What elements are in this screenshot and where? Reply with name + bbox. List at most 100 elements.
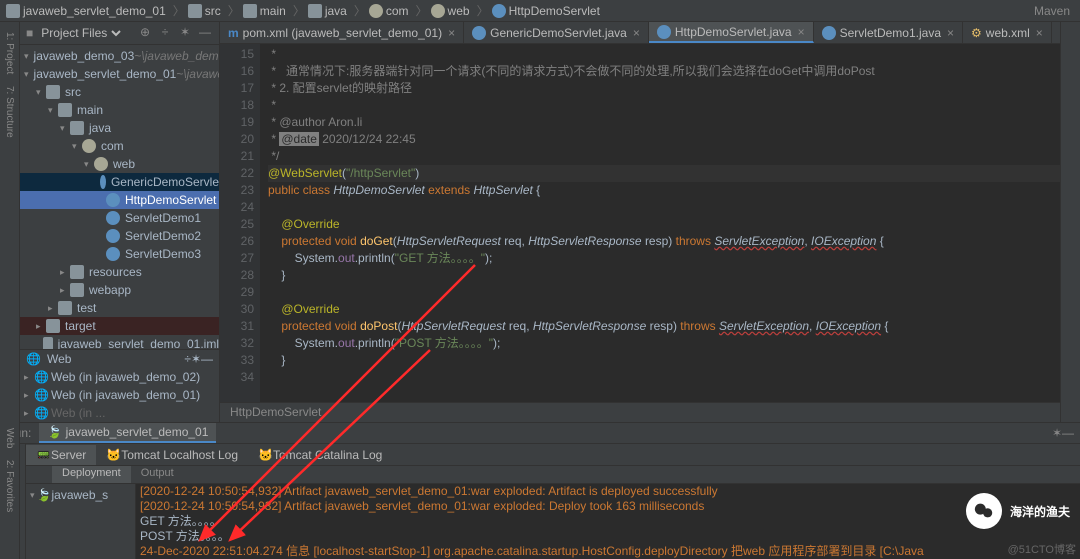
- tree-row[interactable]: ▾javaweb_demo_03 ~\javaweb_demo_03: [20, 47, 219, 65]
- code-lines[interactable]: * * 通常情况下:服务器端针对同一个请求(不同的请求方式)不会做不同的处理,所…: [260, 44, 1060, 402]
- catalina-log-tab[interactable]: 🐱 Tomcat Catalina Log: [248, 445, 392, 465]
- breadcrumb-item[interactable]: HttpDemoServlet: [492, 4, 600, 18]
- folder-icon: [70, 283, 84, 297]
- tree-row[interactable]: ▾java: [20, 119, 219, 137]
- package-icon: [94, 157, 108, 171]
- package-icon: [369, 4, 383, 18]
- code-editor[interactable]: 1516171819202122232425262728293031323334…: [220, 44, 1060, 402]
- editor-tab[interactable]: ⚙web.xml×: [963, 22, 1052, 43]
- tree-row[interactable]: ▾web: [20, 155, 219, 173]
- line-gutter[interactable]: 1516171819202122232425262728293031323334: [220, 44, 260, 402]
- close-icon[interactable]: ×: [633, 26, 640, 40]
- tree-row[interactable]: ▾javaweb_servlet_demo_01 ~\javaweb_se: [20, 65, 219, 83]
- breadcrumb-item[interactable]: web: [431, 4, 470, 18]
- class-icon: [106, 247, 120, 261]
- tree-row[interactable]: ServletDemo1: [20, 209, 219, 227]
- folder-icon: [308, 4, 322, 18]
- tree-row[interactable]: javaweb_servlet_demo_01.iml: [20, 335, 219, 349]
- console-output[interactable]: [2020-12-24 10:50:54,932] Artifact javaw…: [136, 484, 1080, 559]
- hide-icon[interactable]: —: [197, 25, 213, 41]
- folder-icon: [70, 121, 84, 135]
- tree-row[interactable]: ServletDemo3: [20, 245, 219, 263]
- folder-icon: [188, 4, 202, 18]
- class-icon: [492, 4, 506, 18]
- navigation-bar: javaweb_servlet_demo_01〉 src〉 main〉 java…: [0, 0, 1080, 22]
- tree-row[interactable]: ▾src: [20, 83, 219, 101]
- run-subtabs: 📟 Server 🐱 Tomcat Localhost Log 🐱 Tomcat…: [26, 444, 1080, 466]
- folder-icon: [46, 319, 60, 333]
- close-icon[interactable]: ×: [448, 26, 455, 40]
- editor-tab[interactable]: GenericDemoServlet.java×: [464, 22, 649, 43]
- breadcrumb-item[interactable]: com: [369, 4, 409, 18]
- editor-tab[interactable]: ServletDemo2.java×: [1052, 22, 1060, 43]
- breadcrumb-item[interactable]: javaweb_servlet_demo_01: [6, 4, 166, 18]
- deployment-tab[interactable]: Deployment: [52, 466, 131, 483]
- web-facet-item[interactable]: ▸🌐Web (in javaweb_demo_01): [20, 386, 219, 404]
- package-icon: [431, 4, 445, 18]
- editor-tabs: mpom.xml (javaweb_servlet_demo_01)×Gener…: [220, 22, 1060, 44]
- class-icon: [657, 25, 671, 39]
- folder-icon: [243, 4, 257, 18]
- web-facet-item[interactable]: ▸🌐Web (in ...: [20, 404, 219, 422]
- collapse-icon[interactable]: ÷: [157, 25, 173, 41]
- tree-row[interactable]: ▸target: [20, 317, 219, 335]
- editor-tab[interactable]: mpom.xml (javaweb_servlet_demo_01)×: [220, 22, 464, 43]
- favorites-tool-button[interactable]: 2: Favorites: [4, 460, 15, 512]
- project-tree[interactable]: ▾javaweb_demo_03 ~\javaweb_demo_03▾javaw…: [20, 45, 219, 349]
- class-icon: [472, 26, 486, 40]
- editor-tab[interactable]: HttpDemoServlet.java×: [649, 22, 814, 43]
- breadcrumb-item[interactable]: src: [188, 4, 221, 18]
- class-icon: [100, 175, 106, 189]
- server-tab[interactable]: 📟 Server: [26, 445, 96, 465]
- output-tab[interactable]: Output: [131, 466, 184, 483]
- structure-tool-button[interactable]: 7: Structure: [4, 86, 15, 138]
- settings-icon[interactable]: ✶: [191, 352, 201, 366]
- close-icon[interactable]: ×: [1036, 26, 1043, 40]
- class-icon: [106, 229, 120, 243]
- web-tool-window: 🌐 Web ÷ ✶ — ▸🌐Web (in javaweb_demo_02) ▸…: [20, 349, 219, 422]
- class-icon: [106, 211, 120, 225]
- localhost-log-tab[interactable]: 🐱 Tomcat Localhost Log: [96, 445, 248, 465]
- package-icon: [82, 139, 96, 153]
- deployment-tree[interactable]: ▾🍃 javaweb_s: [26, 484, 136, 559]
- editor-tab[interactable]: ServletDemo1.java×: [814, 22, 963, 43]
- locate-icon[interactable]: ⊕: [137, 25, 153, 41]
- project-sidebar: ■ Project Files ⊕ ÷ ✶ — ▾javaweb_demo_03…: [20, 22, 220, 422]
- right-tool-stripe: [1060, 22, 1080, 422]
- settings-icon[interactable]: ✶: [1052, 426, 1062, 440]
- project-tool-button[interactable]: 1: Project: [4, 32, 15, 74]
- tree-row[interactable]: ServletDemo2: [20, 227, 219, 245]
- watermark-small: @51CTO博客: [1008, 541, 1076, 557]
- editor-breadcrumb[interactable]: HttpDemoServlet: [220, 402, 1060, 422]
- run-tool-window: Run: 🍃 javaweb_servlet_demo_01 ✶ — ▶ ■ ⟲…: [0, 422, 1080, 559]
- watermark: 海洋的渔夫: [966, 493, 1070, 529]
- folder-icon: [58, 103, 72, 117]
- folder-icon: [70, 265, 84, 279]
- close-icon[interactable]: ×: [798, 25, 805, 39]
- class-icon: [822, 26, 836, 40]
- run-config-tab[interactable]: 🍃 javaweb_servlet_demo_01: [39, 423, 216, 443]
- tree-row[interactable]: ▸test: [20, 299, 219, 317]
- folder-icon: [46, 85, 60, 99]
- folder-icon: [58, 301, 72, 315]
- tree-row[interactable]: ▸resources: [20, 263, 219, 281]
- tree-row[interactable]: GenericDemoServle: [20, 173, 219, 191]
- hide-icon[interactable]: —: [1062, 426, 1074, 440]
- tree-row[interactable]: ▸webapp: [20, 281, 219, 299]
- close-icon[interactable]: ×: [947, 26, 954, 40]
- hide-icon[interactable]: —: [201, 352, 213, 366]
- tree-row[interactable]: ▾com: [20, 137, 219, 155]
- project-view-select[interactable]: Project Files: [37, 25, 124, 41]
- tree-row[interactable]: ▾main: [20, 101, 219, 119]
- sidebar-header: ■ Project Files ⊕ ÷ ✶ —: [20, 22, 219, 45]
- folder-icon: [6, 4, 20, 18]
- maven-tool-label[interactable]: Maven: [1034, 4, 1070, 18]
- editor-area: mpom.xml (javaweb_servlet_demo_01)×Gener…: [220, 22, 1060, 422]
- breadcrumb-item[interactable]: java: [308, 4, 347, 18]
- tree-row[interactable]: HttpDemoServlet: [20, 191, 219, 209]
- breadcrumb-item[interactable]: main: [243, 4, 286, 18]
- collapse-icon[interactable]: ÷: [184, 352, 191, 366]
- web-tool-button[interactable]: Web: [4, 428, 15, 448]
- web-facet-item[interactable]: ▸🌐Web (in javaweb_demo_02): [20, 368, 219, 386]
- settings-icon[interactable]: ✶: [177, 25, 193, 41]
